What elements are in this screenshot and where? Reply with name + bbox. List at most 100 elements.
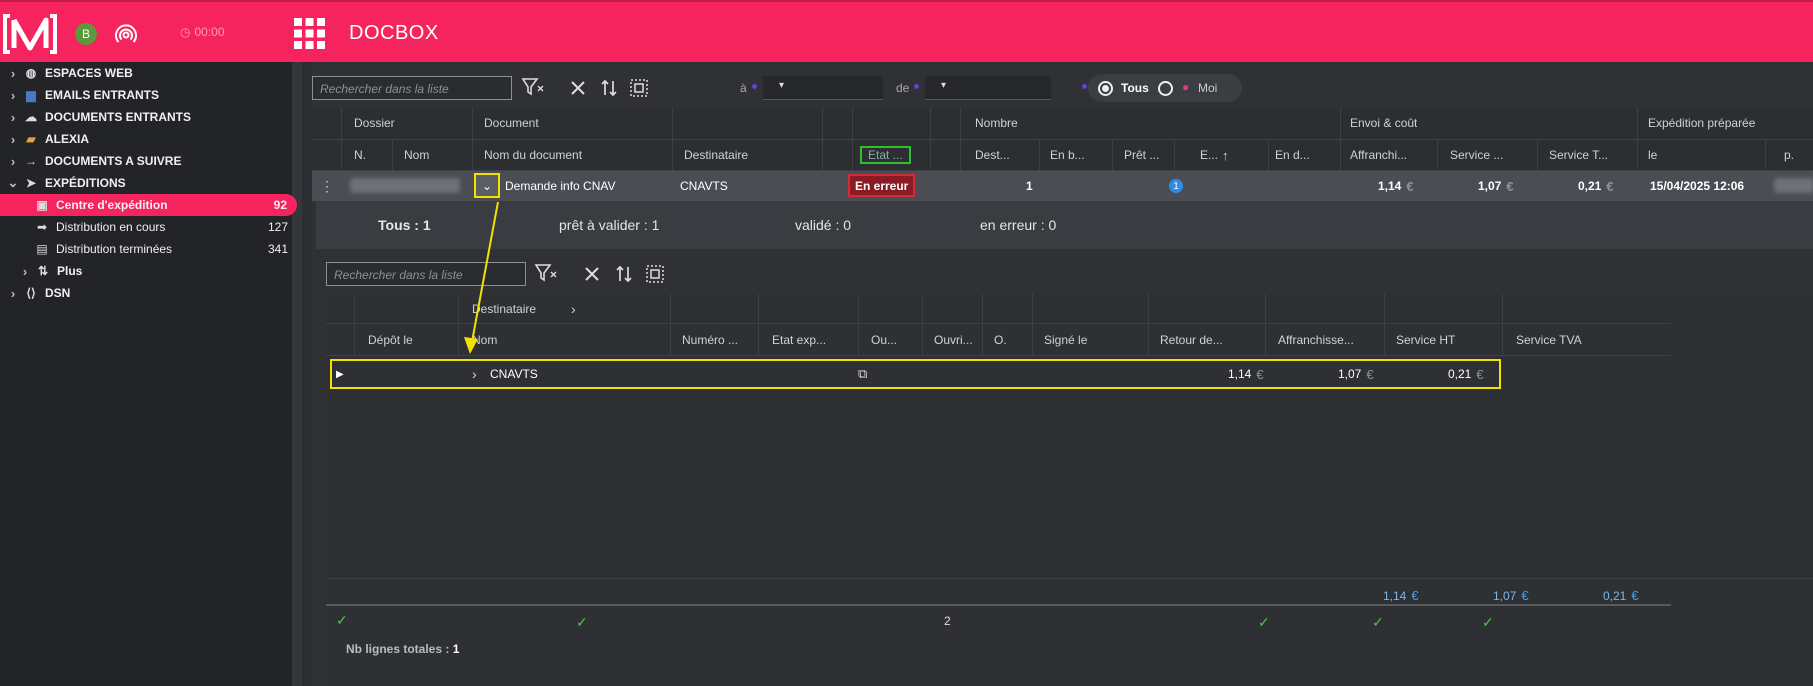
app-title: DOCBOX	[349, 22, 439, 44]
filter-icon[interactable]	[521, 77, 545, 97]
expand-triangle-icon[interactable]: ▶	[336, 361, 344, 387]
sidebar-item-dsn[interactable]: › ⟨⟩ DSN	[0, 282, 298, 304]
radio-me[interactable]	[1158, 81, 1173, 96]
dot-icon	[752, 84, 757, 89]
subcol-signe[interactable]: Signé le	[1044, 324, 1087, 355]
col-en-b[interactable]: En b...	[1050, 140, 1085, 170]
sidebar-item-espaces-web[interactable]: › ◍ ESPACES WEB	[0, 62, 298, 84]
cell-tax: 0,21 €	[1578, 171, 1614, 201]
subcol-etat[interactable]: Etat exp...	[772, 324, 826, 355]
group-expedition: Expédition préparée	[1648, 116, 1756, 130]
group-envoi-cout: Envoi & coût	[1350, 116, 1418, 130]
row-menu-icon[interactable]: ⋮	[320, 171, 334, 201]
subtable-column-header: Dépôt le Nom Numéro ... Etat exp... Ou..…	[326, 324, 1671, 356]
subcol-service-ht[interactable]: Service HT	[1396, 324, 1455, 355]
chevron-right-icon: ›	[22, 263, 28, 279]
apps-grid-icon[interactable]	[293, 17, 326, 50]
col-service-tva[interactable]: Service T...	[1549, 140, 1608, 170]
col-dest[interactable]: Dest...	[975, 140, 1010, 170]
sidebar-item-centre-expedition[interactable]: ▣ Centre d'expédition 92	[0, 194, 297, 216]
search-input[interactable]: Rechercher dans la liste	[312, 76, 512, 100]
sidebar-item-plus[interactable]: › ⇅ Plus	[0, 260, 298, 282]
clear-icon[interactable]	[568, 78, 588, 98]
sidebar-item-count: 341	[267, 242, 288, 256]
expand-row-button[interactable]: ⌄	[474, 173, 500, 198]
summary-error[interactable]: en erreur : 0	[980, 217, 1056, 233]
col-numero[interactable]: N.	[354, 140, 366, 170]
folder-icon: ▰	[26, 132, 36, 146]
sidebar-item-distribution-en-cours[interactable]: ➡ Distribution en cours 127	[0, 216, 298, 238]
sidebar-item-documents-entrants[interactable]: › ☁ DOCUMENTS ENTRANTS	[0, 106, 298, 128]
sidebar-item-count: 127	[267, 220, 288, 234]
sidebar-item-emails-entrants[interactable]: › ▆ EMAILS ENTRANTS	[0, 84, 298, 106]
to-select[interactable]: ▾	[763, 76, 883, 100]
chevron-right-icon[interactable]: ›	[571, 294, 576, 323]
person-icon: ●	[1182, 80, 1190, 94]
app-logo[interactable]	[2, 12, 58, 56]
user-avatar[interactable]: B	[75, 23, 97, 45]
subcol-numero[interactable]: Numéro ...	[682, 324, 738, 355]
subtable-row[interactable]: ▶ › CNAVTS ⧉ 1,14 € 1,07 € 0,21 €	[330, 359, 1501, 389]
subtable-filter-icon[interactable]	[534, 263, 558, 283]
from-select[interactable]: ▾	[925, 76, 1051, 100]
cell-document-name: Demande info CNAV	[505, 179, 616, 193]
radio-all[interactable]	[1098, 81, 1113, 96]
col-destinataire[interactable]: Destinataire	[684, 140, 748, 170]
col-affranchissement[interactable]: Affranchi...	[1350, 140, 1407, 170]
subtable-select-all-icon[interactable]	[645, 264, 665, 284]
select-all-icon[interactable]	[629, 78, 649, 98]
euro-icon: €	[1521, 588, 1529, 603]
subtable-sort-icon[interactable]	[614, 264, 634, 284]
col-etat[interactable]: Etat ...	[860, 146, 911, 164]
sidebar-item-distribution-terminees[interactable]: ▤ Distribution terminées 341	[0, 238, 298, 260]
sidebar-item-count: 92	[273, 198, 287, 212]
subtable-clear-icon[interactable]	[582, 264, 602, 284]
sidebar-item-documents-a-suivre[interactable]: › → DOCUMENTS A SUIVRE	[0, 150, 298, 172]
subcol-ouvri[interactable]: Ouvri...	[934, 324, 973, 355]
col-e[interactable]: E...	[1200, 140, 1218, 170]
col-service[interactable]: Service ...	[1450, 140, 1503, 170]
group-nombre: Nombre	[975, 116, 1018, 130]
from-label: de	[896, 81, 910, 95]
subrow-service-value: 1,07	[1338, 367, 1362, 381]
col-p[interactable]: p.	[1784, 140, 1794, 170]
sort-ascending-icon[interactable]: ↑	[1222, 140, 1229, 170]
sidebar-item-alexia[interactable]: › ▰ ALEXIA	[0, 128, 298, 150]
subcol-depot[interactable]: Dépôt le	[368, 324, 413, 355]
euro-icon: €	[1506, 178, 1514, 194]
chevron-right-icon: ›	[10, 87, 16, 103]
subcol-o[interactable]: O.	[994, 324, 1007, 355]
broadcast-icon[interactable]	[114, 22, 138, 46]
chevron-right-icon[interactable]: ›	[472, 361, 477, 387]
open-external-icon[interactable]: ⧉	[858, 361, 867, 387]
subcol-retour[interactable]: Retour de...	[1160, 324, 1223, 355]
summary-ready[interactable]: prêt à valider : 1	[559, 217, 659, 233]
subcol-nom[interactable]: Nom	[472, 324, 497, 355]
subrow-name: CNAVTS	[490, 367, 538, 381]
col-le[interactable]: le	[1648, 140, 1657, 170]
subcol-service-tva[interactable]: Service TVA	[1516, 324, 1582, 355]
total-service: 1,07 €	[1493, 588, 1529, 603]
col-pret[interactable]: Prêt ...	[1124, 140, 1159, 170]
euro-icon: €	[1476, 366, 1484, 382]
subcol-affranchissement[interactable]: Affranchisse...	[1278, 324, 1354, 355]
sidebar-item-label: DSN	[45, 286, 71, 300]
radio-all-label: Tous	[1121, 81, 1149, 95]
sidebar-item-expeditions[interactable]: ⌄ ➤ EXPÉDITIONS	[0, 172, 298, 194]
summary-all[interactable]: Tous : 1	[378, 217, 431, 233]
subtable-search-input[interactable]: Rechercher dans la liste	[326, 262, 526, 286]
col-en-d[interactable]: En d...	[1275, 140, 1310, 170]
table-row[interactable]: ⋮ ⌄ Demande info CNAV CNAVTS En erreur 1…	[312, 171, 1813, 201]
dot-icon	[1082, 84, 1087, 89]
sidebar-item-label: EMAILS ENTRANTS	[45, 88, 159, 102]
col-nom-document[interactable]: Nom du document	[484, 140, 582, 170]
sort-icon[interactable]	[599, 78, 619, 98]
archive-icon: ▤	[36, 242, 48, 256]
truck-arrow-icon: ➡	[36, 220, 48, 234]
euro-icon: €	[1606, 178, 1614, 194]
col-nom[interactable]: Nom	[404, 140, 429, 170]
subcol-ou[interactable]: Ou...	[871, 324, 897, 355]
cell-prepared-date: 15/04/2025 12:06	[1650, 179, 1745, 193]
arrow-right-icon: →	[25, 154, 37, 168]
summary-validated[interactable]: validé : 0	[795, 217, 851, 233]
